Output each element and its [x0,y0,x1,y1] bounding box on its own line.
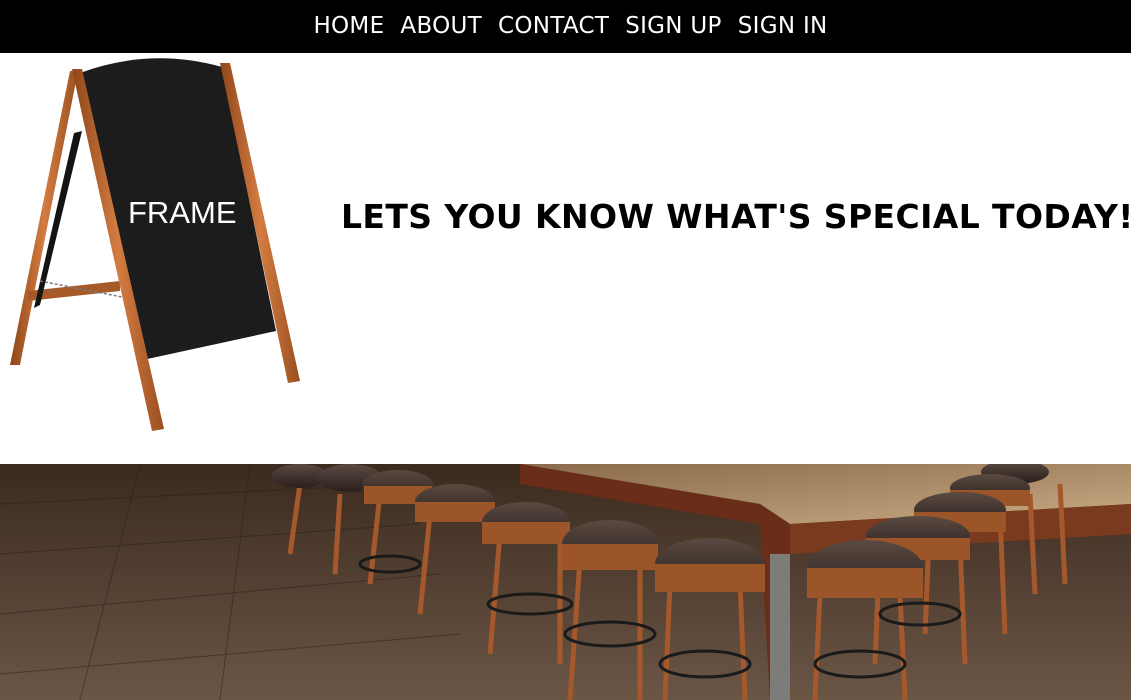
nav-sign-up-link[interactable]: SIGN UP [625,15,722,38]
nav-about-link[interactable]: ABOUT [400,15,482,38]
nav-contact-link[interactable]: CONTACT [498,15,609,38]
nav-home-link[interactable]: HOME [313,15,384,38]
bar-interior-photo [0,464,1131,700]
nav-sign-in-link[interactable]: SIGN IN [738,15,828,38]
a-frame-chalkboard-image: FRAME [10,58,300,431]
hero-tagline: LETS YOU KNOW WHAT'S SPECIAL TODAY! [341,197,1131,236]
board-frame-label: FRAME [128,195,237,230]
hero-section: FRAME LETS YOU KNOW WHAT'S SPECIAL TODAY… [0,53,1131,464]
top-navbar: HOME ABOUT CONTACT SIGN UP SIGN IN [0,0,1131,53]
